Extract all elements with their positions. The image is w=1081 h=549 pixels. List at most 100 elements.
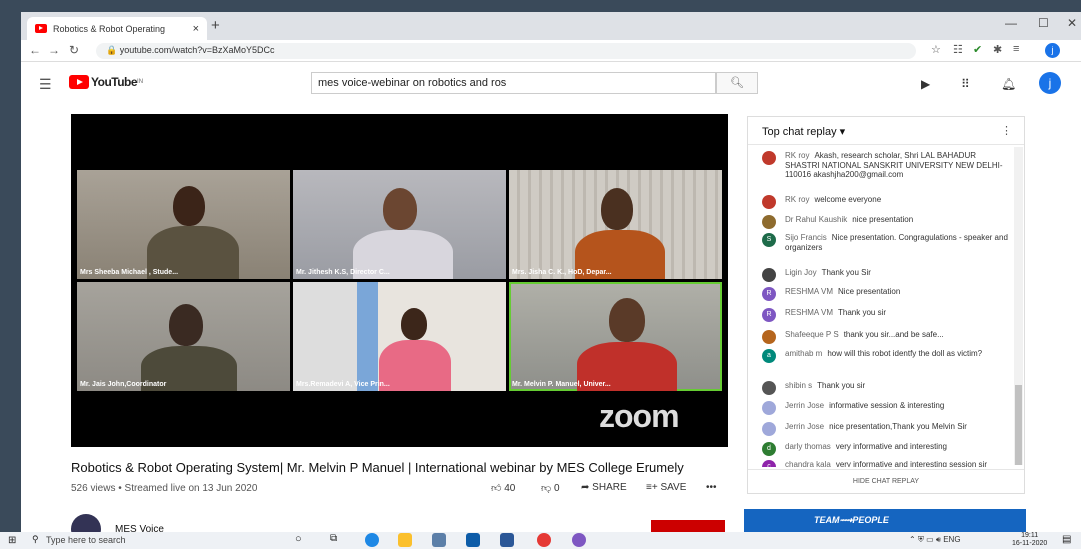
dislike-button[interactable]: 👎︎ 0 bbox=[541, 482, 560, 494]
chat-author-name[interactable]: RESHMA VM bbox=[785, 287, 833, 296]
task-view-icon[interactable]: ⧉ bbox=[330, 533, 344, 547]
search-icon[interactable]: ⚲ bbox=[32, 534, 39, 545]
chat-message-text: welcome everyone bbox=[814, 195, 882, 204]
new-tab-button[interactable]: + bbox=[211, 17, 220, 34]
clock[interactable]: 19:11 16-11-2020 bbox=[1012, 532, 1047, 548]
chat-author-avatar[interactable] bbox=[762, 401, 776, 415]
subscribe-button[interactable] bbox=[651, 520, 725, 532]
chat-author-name[interactable]: Ligin Joy bbox=[785, 268, 817, 277]
scrollbar-thumb[interactable] bbox=[1015, 385, 1022, 465]
chat-author-name[interactable]: darly thomas bbox=[785, 442, 831, 451]
app-icon[interactable] bbox=[572, 533, 586, 547]
taskbar-search-input[interactable]: Type here to search bbox=[46, 535, 126, 545]
participant-name: Mr. Jithesh K.S, Director C... bbox=[296, 269, 390, 276]
file-explorer-icon[interactable] bbox=[398, 533, 412, 547]
chat-author-name[interactable]: chandra kala bbox=[785, 460, 831, 467]
close-window-button[interactable]: ✕ bbox=[1067, 16, 1077, 30]
search-icon: 🔍︎ bbox=[730, 77, 744, 89]
video-player[interactable]: Mrs Sheeba Michael , Stude... Mr. Jithes… bbox=[71, 114, 728, 447]
chat-author-avatar[interactable] bbox=[762, 151, 776, 165]
create-video-icon[interactable]: ▶︎ bbox=[921, 77, 930, 91]
apps-grid-icon[interactable]: ⠿ bbox=[961, 77, 970, 91]
chat-author-name[interactable]: RESHMA VM bbox=[785, 308, 833, 317]
cortana-icon[interactable]: ○ bbox=[295, 533, 309, 547]
reading-list-icon[interactable]: ≡ bbox=[1013, 43, 1019, 55]
system-tray[interactable]: ⌃ ⛨ ▭ 🔊︎ ENG bbox=[909, 535, 961, 545]
puzzle-icon[interactable]: ✱ bbox=[993, 43, 1002, 56]
channel-info[interactable]: MES Voice bbox=[71, 514, 164, 532]
url-input[interactable]: 🔒 youtube.com/watch?v=BzXaMoY5DCc bbox=[96, 43, 916, 59]
reload-icon[interactable]: ↻ bbox=[69, 43, 79, 57]
chat-scrollbar[interactable] bbox=[1014, 147, 1023, 465]
browser-tab[interactable]: Robotics & Robot Operating × bbox=[27, 17, 207, 40]
chat-mode-label[interactable]: Top chat replay bbox=[762, 126, 837, 138]
share-button[interactable]: ➦ SHARE bbox=[581, 482, 627, 493]
more-actions-button[interactable]: ••• bbox=[706, 482, 717, 493]
chat-author-avatar[interactable] bbox=[762, 422, 776, 436]
notifications-bell-icon[interactable]: 🔔︎ bbox=[1001, 77, 1016, 91]
back-icon[interactable]: ← bbox=[29, 43, 41, 57]
chat-author-avatar[interactable] bbox=[762, 195, 776, 209]
youtube-logo[interactable]: YouTube IN bbox=[69, 75, 143, 89]
dislike-count: 0 bbox=[553, 483, 560, 494]
app-l-icon[interactable] bbox=[466, 533, 480, 547]
chat-author-avatar[interactable]: c bbox=[762, 460, 776, 467]
thumbs-up-icon: 👍︎ bbox=[491, 483, 505, 494]
chat-message-body: amithab m how will this robot identfy the… bbox=[785, 349, 982, 363]
chat-message: Jerrin Jose informative session & interes… bbox=[762, 401, 1012, 415]
search-button[interactable]: 🔍︎ bbox=[716, 72, 758, 94]
tray-icons[interactable]: ⌃ ⛨ ▭ 🔊︎ bbox=[909, 535, 943, 544]
language-indicator[interactable]: ENG bbox=[943, 535, 960, 544]
windows-taskbar: ⊞ ⚲ Type here to search ○ ⧉ ⌃ ⛨ ▭ 🔊︎ ENG… bbox=[0, 532, 1081, 549]
ad-banner[interactable]: TEAM⟿PEOPLE bbox=[744, 509, 1026, 532]
save-button[interactable]: ≡+ SAVE bbox=[646, 482, 686, 493]
chat-author-name[interactable]: RK roy bbox=[785, 195, 809, 204]
channel-name[interactable]: MES Voice bbox=[115, 524, 164, 533]
chat-author-name[interactable]: amithab m bbox=[785, 349, 822, 358]
chat-author-name[interactable]: Shafeeque P S bbox=[785, 330, 839, 339]
edge-icon[interactable] bbox=[365, 533, 379, 547]
region-code: IN bbox=[137, 79, 144, 85]
chat-author-avatar[interactable] bbox=[762, 330, 776, 344]
chat-author-avatar[interactable]: R bbox=[762, 308, 776, 322]
bookmark-star-icon[interactable]: ☆ bbox=[931, 43, 941, 56]
chat-header[interactable]: Top chat replay ▾ ⋮ bbox=[748, 117, 1024, 145]
lock-icon: 🔒 bbox=[106, 45, 120, 55]
chat-menu-icon[interactable]: ⋮ bbox=[1001, 124, 1012, 137]
extension-icon[interactable]: ☷ bbox=[953, 43, 963, 56]
chat-author-avatar[interactable]: R bbox=[762, 287, 776, 301]
chat-author-name[interactable]: Jerrin Jose bbox=[785, 422, 824, 431]
channel-avatar[interactable] bbox=[71, 514, 101, 532]
hamburger-menu-icon[interactable]: ☰ bbox=[39, 76, 52, 93]
chat-author-name[interactable]: Sijo Francis bbox=[785, 233, 827, 242]
url-text: youtube.com/watch?v=BzXaMoY5DCc bbox=[119, 45, 275, 55]
chat-author-name[interactable]: shibin s bbox=[785, 381, 812, 390]
chat-author-avatar[interactable] bbox=[762, 215, 776, 229]
chat-author-name[interactable]: RK roy bbox=[785, 151, 809, 160]
store-icon[interactable] bbox=[432, 533, 446, 547]
chat-author-avatar[interactable]: d bbox=[762, 442, 776, 456]
user-avatar[interactable]: j bbox=[1039, 72, 1061, 94]
notifications-icon[interactable]: ▤ bbox=[1062, 534, 1071, 545]
forward-icon[interactable]: → bbox=[48, 43, 60, 57]
chat-author-name[interactable]: Jerrin Jose bbox=[785, 401, 824, 410]
restore-button[interactable]: ☐ bbox=[1038, 16, 1049, 30]
search-input[interactable]: mes voice-webinar on robotics and ros bbox=[311, 72, 716, 94]
hide-chat-button[interactable]: HIDE CHAT REPLAY bbox=[748, 469, 1024, 493]
dropdown-caret-icon[interactable]: ▾ bbox=[840, 126, 846, 138]
chat-author-avatar[interactable] bbox=[762, 268, 776, 282]
word-icon[interactable] bbox=[500, 533, 514, 547]
tab-close-button[interactable]: × bbox=[193, 23, 199, 35]
participant-name: Mrs Sheeba Michael , Stude... bbox=[80, 269, 179, 276]
like-button[interactable]: 👍︎ 40 bbox=[491, 482, 515, 494]
check-extension-icon[interactable]: ✔ bbox=[973, 43, 982, 56]
chat-message-body: RK roy Akash, research scholar, Shri LAL … bbox=[785, 151, 1012, 180]
chrome-icon[interactable] bbox=[537, 533, 551, 547]
chat-author-name[interactable]: Dr Rahul Kaushik bbox=[785, 215, 847, 224]
minimize-button[interactable]: — bbox=[1005, 16, 1017, 30]
chat-author-avatar[interactable] bbox=[762, 381, 776, 395]
chat-author-avatar[interactable]: S bbox=[762, 233, 776, 247]
chat-author-avatar[interactable]: a bbox=[762, 349, 776, 363]
windows-start-icon[interactable]: ⊞ bbox=[8, 535, 16, 546]
profile-avatar[interactable]: j bbox=[1045, 43, 1060, 58]
